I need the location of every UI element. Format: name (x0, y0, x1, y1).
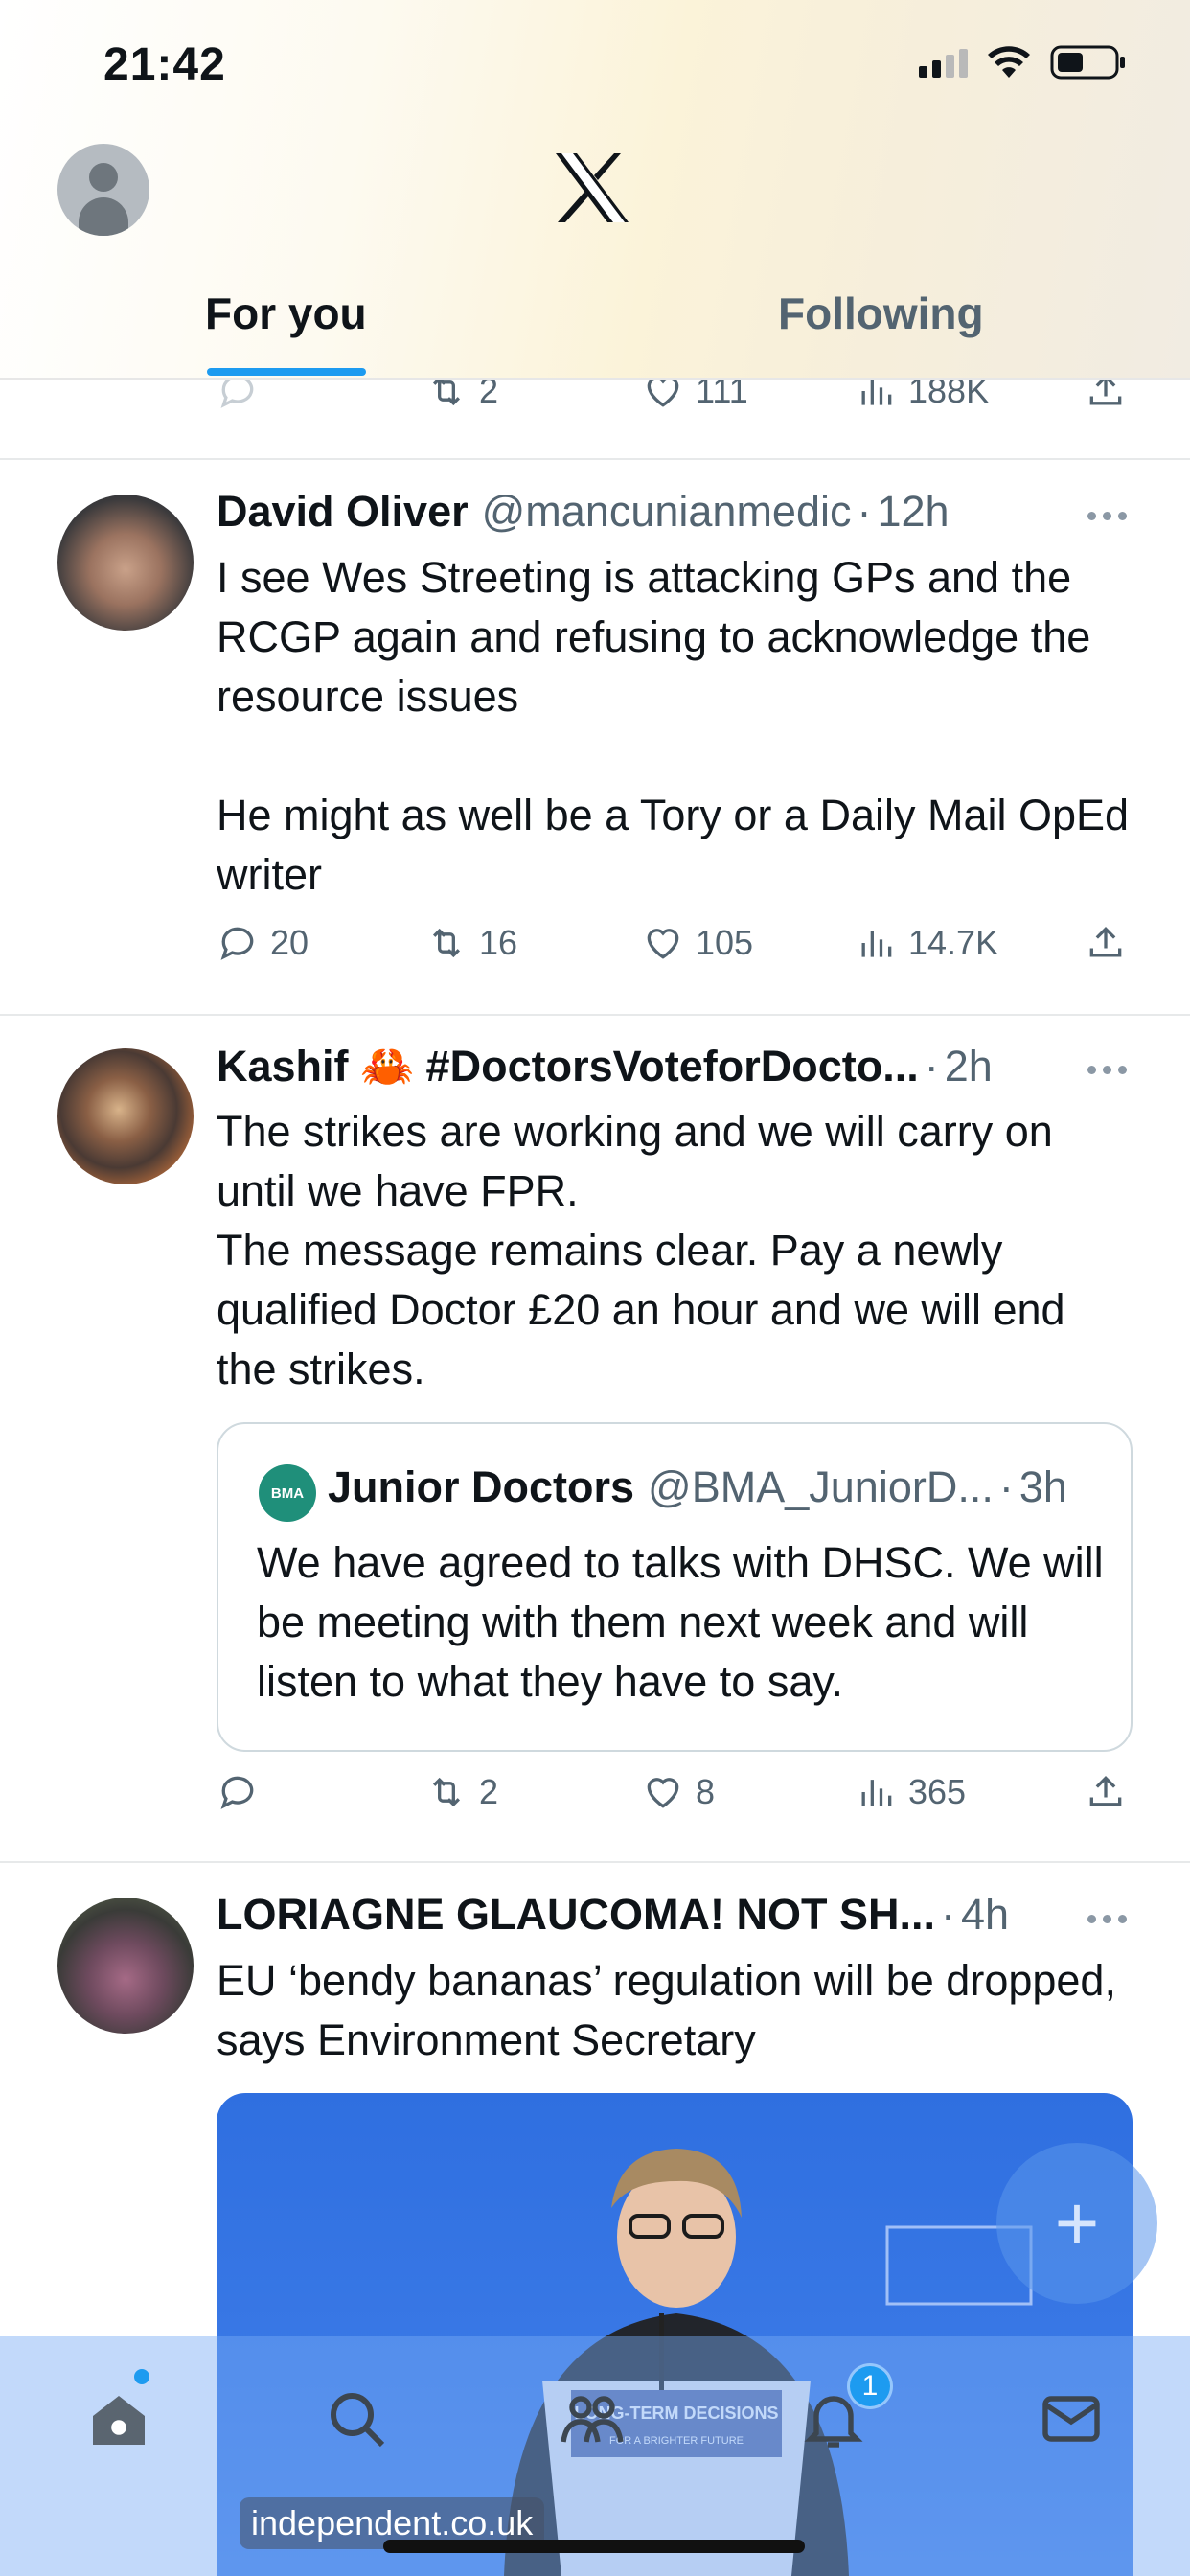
views-button[interactable]: 365 (855, 1771, 966, 1813)
reply-icon (220, 927, 254, 960)
status-icons (919, 44, 1127, 80)
status-time: 21:42 (103, 39, 226, 90)
like-button[interactable]: 105 (642, 922, 753, 964)
tweet-text: The strikes are working and we will carr… (217, 1107, 1065, 1393)
active-tab-indicator (207, 368, 366, 376)
like-count: 105 (696, 923, 754, 962)
tweet-text: EU ‘bendy bananas’ regulation will be dr… (217, 1956, 1116, 2064)
quote-avatar: BMA (259, 1464, 316, 1522)
avatar[interactable] (57, 494, 194, 631)
quote-author-handle: @BMA_JuniorD... (648, 1462, 994, 1511)
tweet-header: David Oliver @mancunianmedic · 12h (217, 487, 950, 537)
notification-badge: 1 (847, 2363, 893, 2409)
view-count: 14.7K (908, 923, 999, 962)
search-icon[interactable] (322, 2384, 391, 2453)
share-icon (1089, 1775, 1122, 1806)
tweet-divider (0, 1861, 1190, 1863)
like-button[interactable]: 8 (642, 1771, 715, 1813)
author-handle[interactable]: @mancunianmedic (482, 487, 852, 537)
reply-icon (220, 1776, 254, 1809)
avatar[interactable] (57, 1048, 194, 1184)
home-indicator[interactable] (383, 2540, 805, 2553)
share-icon (1089, 926, 1122, 957)
quote-author-name: Junior Doctors (328, 1462, 635, 1511)
new-content-dot (134, 2369, 149, 2384)
author-name[interactable]: David Oliver (217, 487, 469, 537)
x-logo-icon[interactable] (554, 151, 630, 224)
tweet-time: 2h (944, 1042, 993, 1091)
tweet-time: 12h (877, 487, 950, 536)
retweet-count: 2 (479, 1772, 499, 1811)
quote-text: We have agreed to talks with DHSC. We wi… (257, 1538, 1104, 1706)
retweet-button[interactable]: 16 (425, 922, 517, 964)
share-button[interactable] (1085, 922, 1127, 964)
tweet-header: Kashif 🦀 #DoctorsVoteforDocto... · 2h (217, 1041, 993, 1092)
quoted-tweet[interactable]: BMA Junior Doctors @BMA_JuniorD... · 3h … (217, 1422, 1133, 1752)
views-button[interactable]: 14.7K (855, 922, 998, 964)
communities-icon[interactable] (558, 2384, 627, 2453)
more-options-icon[interactable] (1087, 512, 1127, 520)
profile-avatar[interactable] (57, 144, 149, 236)
tweet-header: LORIAGNE GLAUCOMA! NOT SH... · 4h (217, 1890, 1010, 1940)
heart-icon (647, 1778, 679, 1808)
author-name[interactable]: Kashif 🦀 #DoctorsVoteforDocto... (217, 1041, 919, 1092)
tweet-actions: 2 8 365 (0, 1771, 1190, 1828)
cellular-signal-icon (919, 47, 968, 78)
tab-for-you[interactable]: For you (205, 288, 367, 339)
tweet-time: 4h (960, 1890, 1010, 1939)
tab-following[interactable]: Following (778, 288, 984, 339)
quote-header: Junior Doctors @BMA_JuniorD... · 3h (328, 1462, 1067, 1511)
compose-button[interactable]: + (996, 2143, 1157, 2304)
retweet-count: 16 (479, 923, 518, 962)
quote-time: 3h (1018, 1462, 1067, 1511)
more-options-icon[interactable] (1087, 1066, 1127, 1074)
tweet-text: I see Wes Streeting is attacking GPs and… (217, 553, 1130, 899)
retweet-icon (432, 928, 461, 958)
view-count: 365 (908, 1772, 967, 1811)
mail-icon[interactable] (1037, 2384, 1106, 2453)
views-icon (861, 931, 892, 957)
author-name[interactable]: LORIAGNE GLAUCOMA! NOT SH... (217, 1890, 935, 1940)
wifi-icon (988, 46, 1030, 78)
battery-icon (1050, 45, 1125, 80)
retweet-icon (432, 1777, 461, 1807)
like-count: 8 (696, 1772, 716, 1811)
avatar[interactable] (57, 1898, 194, 2034)
tweet-divider (0, 458, 1190, 460)
plus-icon: + (1054, 2180, 1100, 2266)
reply-button[interactable] (217, 1771, 259, 1813)
tweet-actions: 20 16 105 14.7K (0, 922, 1190, 979)
heart-icon (647, 929, 679, 959)
tweet-divider (0, 1014, 1190, 1016)
share-button[interactable] (1085, 1771, 1127, 1813)
retweet-button[interactable]: 2 (425, 1771, 498, 1813)
views-icon (861, 1780, 892, 1806)
reply-button[interactable]: 20 (217, 922, 309, 964)
more-options-icon[interactable] (1087, 1915, 1127, 1923)
home-icon[interactable] (84, 2384, 153, 2453)
reply-count: 20 (270, 923, 309, 962)
top-header: 21:42 For you Following (0, 0, 1190, 380)
